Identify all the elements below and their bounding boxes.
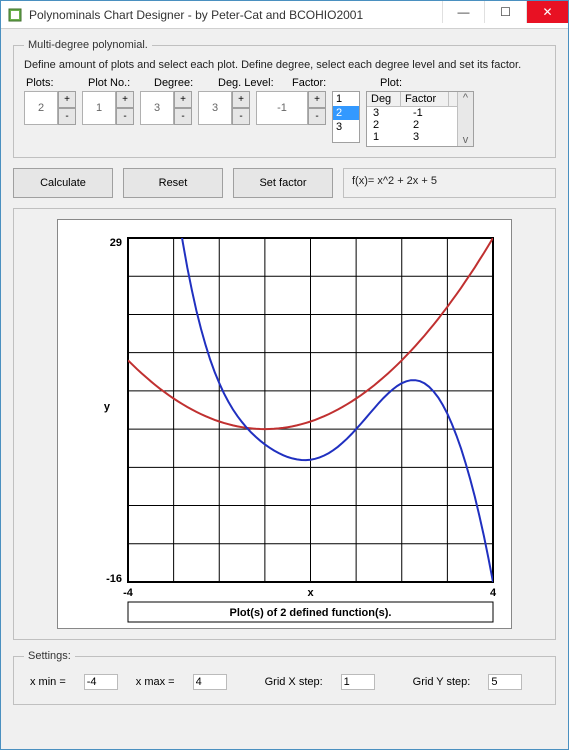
degtable-header-factor: Factor <box>401 92 449 106</box>
header-deglevel: Deg. Level: <box>218 77 286 89</box>
instruction-text: Define amount of plots and select each p… <box>24 59 545 71</box>
factor-up-button[interactable]: + <box>308 91 326 108</box>
factor-input[interactable] <box>256 91 308 125</box>
plotno-stepper: + - <box>82 91 134 125</box>
factor-stepper: + - <box>256 91 326 125</box>
factor-down-button[interactable]: - <box>308 108 326 125</box>
action-row: Calculate Reset Set factor f(x)= x^2 + 2… <box>13 168 556 198</box>
svg-text:-4: -4 <box>123 587 134 599</box>
window-title: Polynominals Chart Designer - by Peter-C… <box>29 8 442 22</box>
close-button[interactable]: ✕ <box>526 1 568 23</box>
plots-stepper: + - <box>24 91 76 125</box>
table-scrollbar[interactable]: ^v <box>457 92 473 146</box>
plotno-up-button[interactable]: + <box>116 91 134 108</box>
degree-factor-table: Deg Factor 3 -1 2 2 1 3 ^v <box>366 91 474 147</box>
chart-area: 29 -16 y -4 4 x Plot(s) of 2 defined function(… <box>57 219 512 629</box>
gridy-label: Grid Y step: <box>413 676 471 688</box>
app-icon <box>7 7 23 23</box>
calculate-button[interactable]: Calculate <box>13 168 113 198</box>
xmin-input[interactable] <box>84 674 118 690</box>
gridx-input[interactable] <box>341 674 375 690</box>
plot-listbox[interactable]: 1 2 3 <box>332 91 360 143</box>
header-plots: Plots: <box>26 77 82 89</box>
reset-button[interactable]: Reset <box>123 168 223 198</box>
svg-text:y: y <box>104 401 111 413</box>
polynomial-panel-legend: Multi-degree polynomial. <box>24 39 152 51</box>
deglevel-stepper: + - <box>198 91 250 125</box>
window-controls: — ☐ ✕ <box>442 1 568 28</box>
deglevel-up-button[interactable]: + <box>232 91 250 108</box>
plot-item-3[interactable]: 3 <box>333 120 359 134</box>
title-bar: Polynominals Chart Designer - by Peter-C… <box>1 1 568 29</box>
gridy-input[interactable] <box>488 674 522 690</box>
svg-text:Plot(s) of 2 defined function(: Plot(s) of 2 defined function(s). <box>230 607 392 619</box>
settings-panel: Settings: x min = x max = Grid X step: G… <box>13 650 556 705</box>
header-plotno: Plot No.: <box>88 77 148 89</box>
degree-stepper: + - <box>140 91 192 125</box>
gridx-label: Grid X step: <box>265 676 323 688</box>
plotno-input[interactable] <box>82 91 116 125</box>
plotno-down-button[interactable]: - <box>116 108 134 125</box>
plot-item-1[interactable]: 1 <box>333 92 359 106</box>
degree-down-button[interactable]: - <box>174 108 192 125</box>
degree-up-button[interactable]: + <box>174 91 192 108</box>
app-window: Polynominals Chart Designer - by Peter-C… <box>0 0 569 750</box>
svg-text:x: x <box>307 587 314 599</box>
maximize-button[interactable]: ☐ <box>484 1 526 23</box>
plot-item-2[interactable]: 2 <box>333 106 359 120</box>
polynomial-panel: Multi-degree polynomial. Define amount o… <box>13 39 556 158</box>
set-factor-button[interactable]: Set factor <box>233 168 333 198</box>
minimize-button[interactable]: — <box>442 1 484 23</box>
header-degree: Degree: <box>154 77 212 89</box>
settings-legend: Settings: <box>24 650 75 662</box>
degtable-header-deg: Deg <box>367 92 401 106</box>
plots-up-button[interactable]: + <box>58 91 76 108</box>
xmin-label: x min = <box>30 676 66 688</box>
plots-down-button[interactable]: - <box>58 108 76 125</box>
plots-input[interactable] <box>24 91 58 125</box>
deglevel-input[interactable] <box>198 91 232 125</box>
svg-text:4: 4 <box>490 587 497 599</box>
header-factor: Factor: <box>292 77 362 89</box>
controls-row: + - + - + - <box>24 91 545 147</box>
svg-text:-16: -16 <box>106 573 122 585</box>
svg-text:29: 29 <box>110 237 122 249</box>
column-headers: Plots: Plot No.: Degree: Deg. Level: Fac… <box>24 77 545 89</box>
xmax-label: x max = <box>136 676 175 688</box>
header-plot: Plot: <box>368 77 402 89</box>
degree-input[interactable] <box>140 91 174 125</box>
deglevel-down-button[interactable]: - <box>232 108 250 125</box>
chart-svg: 29 -16 y -4 4 x Plot(s) of 2 defined function(… <box>58 220 513 630</box>
client-area: Multi-degree polynomial. Define amount o… <box>1 29 568 749</box>
xmax-input[interactable] <box>193 674 227 690</box>
fx-display: f(x)= x^2 + 2x + 5 <box>343 168 556 198</box>
chart-frame: 29 -16 y -4 4 x Plot(s) of 2 defined function(… <box>13 208 556 640</box>
